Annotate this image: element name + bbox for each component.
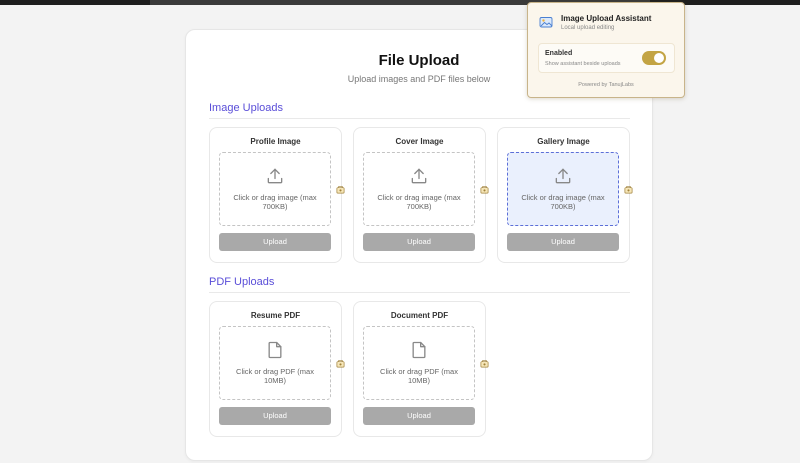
cover-image-tile: Cover Image Click or drag image (max 700… <box>353 127 486 263</box>
section-divider <box>209 118 630 119</box>
document-pdf-dropzone[interactable]: Click or drag PDF (max 10MB) <box>363 326 475 400</box>
assistant-icon[interactable] <box>336 185 345 194</box>
document-pdf-tile: Document PDF Click or drag PDF (max 10MB… <box>353 301 486 437</box>
cover-image-upload-button[interactable]: Upload <box>363 233 475 251</box>
upload-icon <box>411 168 427 184</box>
upload-icon <box>555 168 571 184</box>
gallery-image-tile: Gallery Image Click or drag image (max 7… <box>497 127 630 263</box>
profile-image-tile: Profile Image Click or drag image (max 7… <box>209 127 342 263</box>
assistant-footer: Powered by TanujLabs <box>578 82 634 88</box>
tile-title: Cover Image <box>395 137 444 146</box>
assistant-settings-panel: Enabled Show assistant beside uploads <box>538 43 675 73</box>
assistant-subtitle: Local upload editing <box>561 25 615 31</box>
cover-image-dropzone[interactable]: Click or drag image (max 700KB) <box>363 152 475 226</box>
dropzone-hint: Click or drag image (max 700KB) <box>377 193 461 211</box>
enabled-toggle[interactable] <box>642 51 666 65</box>
resume-pdf-dropzone[interactable]: Click or drag PDF (max 10MB) <box>219 326 331 400</box>
resume-pdf-tile: Resume PDF Click or drag PDF (max 10MB) … <box>209 301 342 437</box>
dropzone-hint: Click or drag PDF (max 10MB) <box>380 367 458 385</box>
image-uploads-heading: Image Uploads <box>209 102 283 114</box>
document-icon <box>412 341 426 359</box>
assistant-icon[interactable] <box>624 185 633 194</box>
profile-image-dropzone[interactable]: Click or drag image (max 700KB) <box>219 152 331 226</box>
tile-title: Gallery Image <box>537 137 590 146</box>
dropzone-hint: Click or drag PDF (max 10MB) <box>236 367 314 385</box>
toggle-description: Show assistant beside uploads <box>545 61 621 67</box>
document-icon <box>268 341 282 359</box>
gallery-image-upload-button[interactable]: Upload <box>507 233 619 251</box>
pdf-uploads-heading: PDF Uploads <box>209 276 275 288</box>
assistant-icon[interactable] <box>480 185 489 194</box>
tile-title: Resume PDF <box>250 311 301 320</box>
image-assistant-logo-icon <box>539 17 553 28</box>
profile-image-upload-button[interactable]: Upload <box>219 233 331 251</box>
section-divider <box>209 292 630 293</box>
assistant-title: Image Upload Assistant <box>561 14 652 23</box>
assistant-icon[interactable] <box>336 359 345 368</box>
dropzone-hint: Click or drag image (max 700KB) <box>233 193 317 211</box>
tile-title: Document PDF <box>390 311 449 320</box>
dropzone-hint: Click or drag image (max 700KB) <box>521 193 605 211</box>
document-pdf-upload-button[interactable]: Upload <box>363 407 475 425</box>
gallery-image-dropzone[interactable]: Click or drag image (max 700KB) <box>507 152 619 226</box>
toggle-knob <box>654 53 664 63</box>
toggle-label: Enabled <box>545 50 573 57</box>
tile-title: Profile Image <box>250 137 301 146</box>
image-upload-assistant-popup: Image Upload Assistant Local upload edit… <box>527 2 685 98</box>
assistant-icon[interactable] <box>480 359 489 368</box>
resume-pdf-upload-button[interactable]: Upload <box>219 407 331 425</box>
upload-icon <box>267 168 283 184</box>
